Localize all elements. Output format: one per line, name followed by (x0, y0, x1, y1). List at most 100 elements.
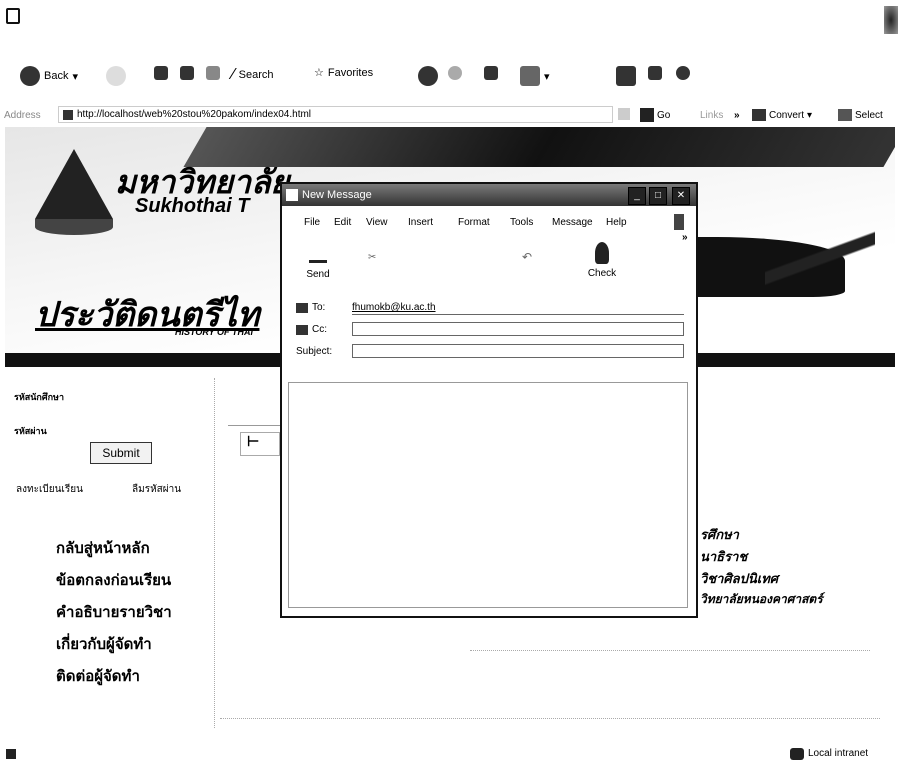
home-icon (206, 66, 220, 80)
send-icon (309, 246, 327, 263)
discuss-icon (648, 66, 662, 80)
menu-item-contact[interactable]: ติดต่อผู้จัดทำ (56, 664, 140, 688)
content-item[interactable]: รศึกษา (700, 524, 739, 545)
home-button[interactable] (206, 66, 220, 80)
menu-view[interactable]: View (366, 217, 388, 228)
send-button[interactable]: Send (300, 242, 336, 282)
address-bar: Address http://localhost/web%20stou%20pa… (0, 104, 904, 126)
content-item[interactable]: นาธิราช (700, 546, 747, 567)
chevron-right-icon[interactable]: » (734, 110, 740, 121)
status-bar: Local intranet (0, 745, 904, 765)
messenger-icon (676, 66, 690, 80)
back-dropdown-icon[interactable]: ▾ (72, 70, 78, 83)
mail-icon (484, 66, 498, 80)
edit-button[interactable] (616, 66, 636, 86)
menu-help[interactable]: Help (606, 217, 627, 228)
menu-message[interactable]: Message (552, 217, 593, 228)
page-icon (63, 109, 73, 120)
stop-button[interactable] (154, 66, 168, 80)
address-book-icon (296, 302, 308, 313)
new-message-window: New Message _ □ ✕ File Edit View Insert … (280, 182, 698, 618)
menu-item-agreement[interactable]: ข้อตกลงก่อนเรียน (56, 568, 171, 592)
instrument-image (765, 187, 875, 357)
discuss-button[interactable] (648, 66, 662, 80)
search-icon: ⁄ (232, 66, 235, 83)
forward-arrow-icon (106, 66, 126, 86)
page-status-icon (6, 749, 16, 759)
menu-file[interactable]: File (304, 217, 320, 228)
username-label: รหัสนักศึกษา (14, 392, 65, 402)
convert-icon (752, 109, 766, 121)
content-divider (220, 718, 880, 719)
content-tab[interactable]: ⊢ (240, 432, 280, 456)
history-button[interactable] (448, 66, 462, 80)
undo-icon[interactable]: ↶ (522, 250, 532, 264)
maximize-button[interactable]: □ (649, 187, 667, 205)
university-seal (35, 149, 113, 239)
subject-row: Subject: (296, 346, 333, 357)
go-button[interactable]: Go (640, 108, 670, 122)
forward-button[interactable] (106, 66, 126, 86)
address-input[interactable]: http://localhost/web%20stou%20pakom/inde… (58, 106, 613, 123)
refresh-icon (180, 66, 194, 80)
address-dropdown-icon[interactable] (618, 108, 630, 120)
subject-field[interactable] (352, 344, 684, 358)
search-button[interactable]: ⁄ Search (232, 66, 274, 84)
menu-insert[interactable]: Insert (408, 217, 433, 228)
content-divider (470, 650, 870, 651)
page-heading-en: HISTORY OF THAI (175, 327, 254, 337)
links-button[interactable]: Links (700, 110, 723, 121)
menu-tools[interactable]: Tools (510, 217, 533, 228)
content-item[interactable]: วิทยาลัยหนองคาศาสตร์ (700, 590, 823, 609)
address-book-icon (296, 324, 308, 335)
stop-icon (154, 66, 168, 80)
menu-edit[interactable]: Edit (334, 217, 351, 228)
print-icon (520, 66, 540, 86)
to-field[interactable]: fhumokb@ku.ac.th (352, 301, 684, 315)
submit-button[interactable]: Submit (90, 442, 152, 464)
address-label: Address (4, 109, 41, 121)
check-icon (595, 242, 609, 264)
menu-bar: File Edit View Insert Format Tools Messa… (282, 214, 696, 232)
cc-field[interactable] (352, 322, 684, 336)
convert-button[interactable]: Convert ▾ (752, 109, 812, 121)
close-button[interactable]: ✕ (672, 187, 690, 205)
chevron-right-icon[interactable]: » (682, 232, 688, 243)
minimize-button[interactable]: _ (628, 187, 646, 205)
throbber-icon (884, 6, 898, 34)
content-divider (228, 425, 288, 426)
page-icon (6, 8, 20, 24)
menu-item-about[interactable]: เกี่ยวกับผู้จัดทำ (56, 632, 152, 656)
to-row: To: (296, 302, 325, 313)
print-button[interactable]: ▾ (520, 66, 550, 86)
menu-item-course-description[interactable]: คำอธิบายรายวิชา (56, 600, 172, 624)
edit-icon (616, 66, 636, 86)
university-name-en: Sukhothai T (135, 195, 250, 217)
cut-icon[interactable]: ✂ (368, 252, 376, 263)
banner-dark-shape (183, 127, 895, 167)
mail-button[interactable] (484, 66, 498, 80)
messenger-button[interactable] (676, 66, 690, 80)
go-arrow-icon (640, 108, 654, 122)
check-button[interactable]: Check (582, 240, 622, 282)
password-label: รหัสผ่าน (14, 426, 47, 436)
back-button[interactable]: Back ▾ (20, 66, 78, 86)
menu-format[interactable]: Format (458, 217, 490, 228)
forgot-password-link[interactable]: ลืมรหัสผ่าน (132, 482, 181, 497)
favorites-button[interactable]: ☆ Favorites (314, 66, 373, 80)
star-icon: ☆ (314, 67, 324, 79)
sidebar: รหัสนักศึกษา รหัสผ่าน Submit ลงทะเบียนเร… (14, 378, 215, 728)
register-link[interactable]: ลงทะเบียนเรียน (16, 482, 83, 497)
media-icon (418, 66, 438, 86)
history-icon (448, 66, 462, 80)
message-body[interactable] (288, 382, 688, 608)
select-button[interactable]: Select (838, 109, 883, 121)
back-arrow-icon (20, 66, 40, 86)
menu-item-home[interactable]: กลับสู่หน้าหลัก (56, 536, 150, 560)
media-button[interactable] (418, 66, 438, 86)
refresh-button[interactable] (180, 66, 194, 80)
windows-logo-icon (674, 214, 684, 230)
content-item[interactable]: วิชาศิลปนิเทศ (700, 568, 778, 589)
select-icon (838, 109, 852, 121)
intranet-icon (790, 748, 804, 760)
